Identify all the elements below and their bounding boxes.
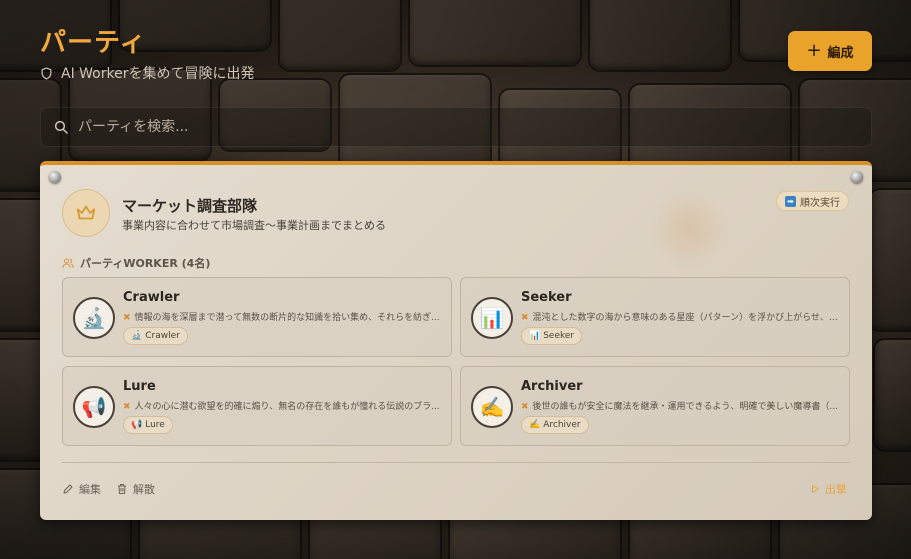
worker-description: ✖ 後世の誰もが安全に魔法を継承・運用できるよう、明確で美しい魔導書（... [521,399,839,412]
bar-chart-icon: 📊 [471,297,513,339]
worker-tag-label: Seeker [543,331,575,341]
worker-description-text: 後世の誰もが安全に魔法を継承・運用できるよう、明確で美しい魔導書（... [532,402,838,412]
play-icon [812,485,819,493]
worker-description-text: 混沌とした数字の海から意味のある星座（パターン）を浮かび上がらせ、迷... [532,313,839,323]
sortie-button[interactable]: 出撃 [810,481,847,497]
members-heading-label: パーティWORKER (4名) [80,257,211,270]
subtitle-text: AI Workerを集めて冒険に出発 [61,66,255,82]
crown-icon [76,205,96,220]
party-card: マーケット調査部隊 事業内容に合わせて市場調査～事業計画までまとめる ➡ 順次実… [40,161,872,520]
search-bar[interactable] [40,107,872,147]
worker-tag: ✍️ Archiver [521,416,589,434]
party-name: マーケット調査部隊 [122,197,258,215]
shield-icon [41,66,52,80]
writing-hand-icon: ✍️ [471,386,513,428]
edit-button-label: 編集 [79,483,101,496]
disband-button[interactable]: 解散 [116,481,155,497]
worker-tag: 📢 Lure [123,416,173,434]
page-title: パーティ [40,28,147,58]
worker-name: Archiver [521,379,583,394]
disband-button-label: 解散 [133,483,155,496]
megaphone-icon: 📢 [73,386,115,428]
pin-icon [851,171,863,183]
worker-name: Seeker [521,290,572,305]
worker-description-text: 情報の海を深層まで潜って無数の断片的な知識を拾い集め、それらを紡ぎ... [134,313,440,323]
tools-icon: ✖ [123,402,131,412]
tools-icon: ✖ [521,313,529,323]
execution-order-label: 順次実行 [800,197,840,209]
plus-icon: + [806,40,822,61]
microscope-icon: 🔬 [131,331,143,341]
worker-card-lure[interactable]: 📢 Lure ✖ 人々の心に潜む欲望を的確に煽り、無名の存在を誰もが憧れる伝説のブ… [62,366,452,446]
worker-tag-label: Archiver [543,420,581,430]
tools-icon: ✖ [521,402,529,412]
members-heading: パーティWORKER (4名) [62,255,210,271]
worker-description-text: 人々の心に潜む欲望を的確に煽り、無名の存在を誰もが憧れる伝説のブラ... [134,402,440,412]
page-subtitle: AI Workerを集めて冒険に出発 [40,63,254,83]
trash-icon [118,484,126,494]
worker-tag: 📊 Seeker [521,327,583,345]
edit-button[interactable]: 編集 [62,481,101,497]
worker-description: ✖ 情報の海を深層まで潜って無数の断片的な知識を拾い集め、それらを紡ぎ... [123,310,441,323]
worker-description: ✖ 人々の心に潜む欲望を的確に煽り、無名の存在を誰もが憧れる伝説のブラ... [123,399,441,412]
form-party-button[interactable]: + 編成 [788,31,872,71]
card-divider [62,462,850,463]
worker-tag: 🔬 Crawler [123,327,188,345]
worker-name: Crawler [123,290,180,305]
right-arrow-icon: ➡ [785,195,796,207]
party-description: 事業内容に合わせて市場調査～事業計画までまとめる [122,219,386,232]
worker-tag-label: Lure [145,420,165,430]
worker-description: ✖ 混沌とした数字の海から意味のある星座（パターン）を浮かび上がらせ、迷... [521,310,839,323]
sortie-button-label: 出撃 [825,483,847,496]
tools-icon: ✖ [123,313,131,323]
party-emblem [62,189,110,237]
microscope-icon: 🔬 [73,297,115,339]
pencil-icon [63,484,73,494]
form-party-button-label: 編成 [827,45,854,61]
bar-chart-icon: 📊 [529,331,541,341]
worker-card-seeker[interactable]: 📊 Seeker ✖ 混沌とした数字の海から意味のある星座（パターン）を浮かび上が… [460,277,850,357]
worker-card-crawler[interactable]: 🔬 Crawler ✖ 情報の海を深層まで潜って無数の断片的な知識を拾い集め、それ… [62,277,452,357]
worker-card-archiver[interactable]: ✍️ Archiver ✖ 後世の誰もが安全に魔法を継承・運用できるよう、明確で美… [460,366,850,446]
pin-icon [49,171,61,183]
users-icon [62,258,74,268]
search-input[interactable] [78,119,838,135]
megaphone-icon: 📢 [131,420,143,430]
search-icon [54,120,68,134]
worker-tag-label: Crawler [145,331,180,341]
writing-hand-icon: ✍️ [529,420,541,430]
execution-order-badge: ➡ 順次実行 [776,191,849,211]
worker-name: Lure [123,379,156,394]
